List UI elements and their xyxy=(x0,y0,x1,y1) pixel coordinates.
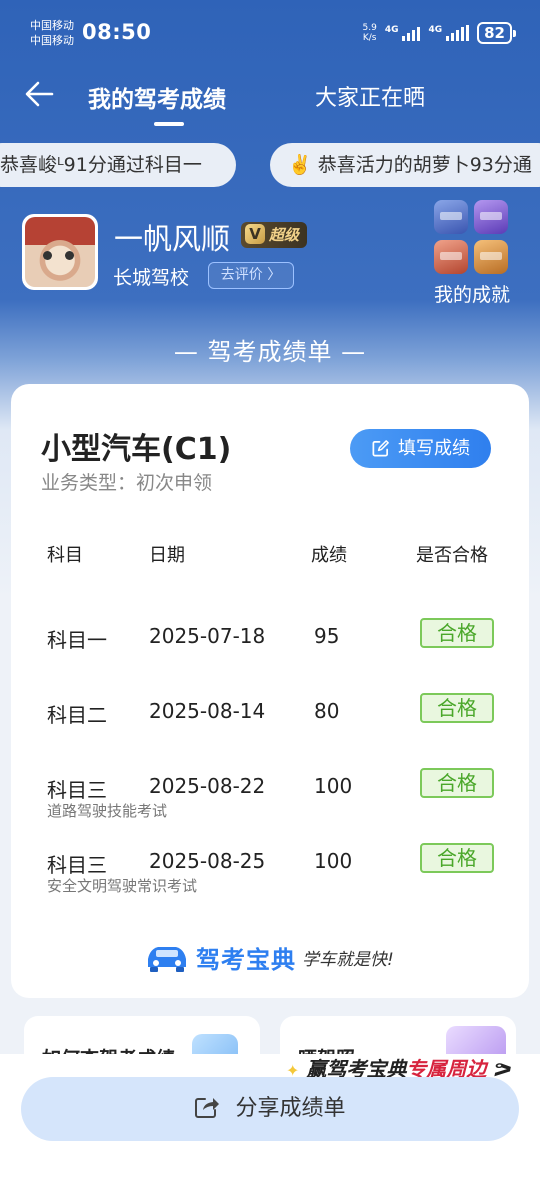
marquee-item-text: 恭喜峻ᴸ91分通过科目一 xyxy=(0,154,202,176)
pass-badge: 合格 xyxy=(420,693,494,723)
fill-score-button[interactable]: 填写成绩 xyxy=(350,429,491,468)
edit-icon xyxy=(372,440,389,457)
network-speed-value: 5.9 xyxy=(362,23,377,33)
row-score: 100 xyxy=(314,849,353,873)
network-speed: 5.9 K/s xyxy=(362,23,376,43)
row-note: 安全文明驾驶常识考试 xyxy=(47,877,198,895)
badge-icon xyxy=(474,240,508,274)
tab-everyone-sharing[interactable]: 大家正在晒 xyxy=(315,80,425,112)
table-row: 科目三 2025-08-25 100 合格 安全文明驾驶常识考试 xyxy=(11,843,529,909)
battery-icon: 82 xyxy=(477,22,516,44)
table-row: 科目三 2025-08-22 100 合格 道路驾驶技能考试 xyxy=(11,768,529,834)
my-achievements-link[interactable]: 我的成就 xyxy=(434,280,510,307)
marquee-item[interactable]: ✌️ 恭喜活力的胡萝卜93分通 xyxy=(270,143,540,187)
fill-score-label: 填写成绩 xyxy=(398,438,470,459)
badge-icon xyxy=(474,200,508,234)
section-title: — 驾考成绩单 — xyxy=(173,338,367,366)
carrier-1: 中国移动 xyxy=(30,19,74,32)
top-nav: 我的驾考成绩 大家正在晒 xyxy=(0,66,540,130)
table-row: 科目一 2025-07-18 95 合格 xyxy=(11,618,529,684)
achievement-badges[interactable] xyxy=(434,200,510,274)
row-date: 2025-08-22 xyxy=(149,774,266,798)
row-subject: 科目二 xyxy=(47,703,107,727)
brand-logo: 驾考宝典 学车就是快! xyxy=(144,939,394,975)
status-bar: 中国移动 中国移动 08:50 5.9 K/s 4G 4G 82 xyxy=(0,0,540,66)
share-scores-button[interactable]: 分享成绩单 xyxy=(21,1077,519,1141)
congrats-marquee: 恭喜峻ᴸ91分通过科目一 ✌️ 恭喜活力的胡萝卜93分通 xyxy=(0,143,540,189)
signal-2-label: 4G xyxy=(428,25,443,35)
row-score: 100 xyxy=(314,774,353,798)
row-score: 80 xyxy=(314,699,340,723)
badge-icon xyxy=(434,200,468,234)
pass-badge: 合格 xyxy=(420,768,494,798)
row-subject: 科目三 xyxy=(47,853,107,877)
pass-badge: 合格 xyxy=(420,618,494,648)
pass-badge: 合格 xyxy=(420,843,494,873)
back-button[interactable] xyxy=(22,76,58,112)
brand-slogan: 学车就是快! xyxy=(302,949,394,970)
cat-avatar-image xyxy=(25,217,95,287)
avatar[interactable] xyxy=(22,214,98,290)
signal-icon: 4G xyxy=(385,25,421,41)
arrow-left-icon xyxy=(25,81,54,107)
header-pass: 是否合格 xyxy=(416,545,488,566)
row-date: 2025-08-14 xyxy=(149,699,266,723)
rate-school-button[interactable]: 去评价 〉 xyxy=(208,262,294,289)
row-score: 95 xyxy=(314,624,340,648)
vip-badge[interactable]: 超级 xyxy=(241,222,308,248)
brand-name: 驾考宝典 xyxy=(196,945,296,974)
row-note: 道路驾驶技能考试 xyxy=(47,802,168,820)
score-card: 小型汽车(C1) 业务类型：初次申领 填写成绩 科目 日期 成绩 是否合格 科目… xyxy=(11,384,529,998)
signal-icon: 4G xyxy=(428,25,470,41)
car-type: 小型汽车(C1) xyxy=(41,432,232,467)
badge-icon xyxy=(434,240,468,274)
marquee-item[interactable]: 恭喜峻ᴸ91分通过科目一 xyxy=(0,143,236,187)
row-date: 2025-08-25 xyxy=(149,849,266,873)
carrier-info: 中国移动 中国移动 xyxy=(30,18,74,48)
car-logo-icon xyxy=(148,947,186,972)
header-subject: 科目 xyxy=(47,545,83,566)
signal-1-label: 4G xyxy=(384,25,399,35)
username: 一帆风顺 xyxy=(114,222,231,256)
header-date: 日期 xyxy=(149,545,185,566)
carrier-2: 中国移动 xyxy=(30,34,74,47)
share-label: 分享成绩单 xyxy=(235,1096,346,1121)
share-icon xyxy=(195,1098,220,1118)
network-speed-unit: K/s xyxy=(362,33,377,43)
row-subject: 科目三 xyxy=(47,778,107,802)
tab-my-scores[interactable]: 我的驾考成绩 xyxy=(88,80,226,114)
header-score: 成绩 xyxy=(311,545,347,566)
clock: 08:50 xyxy=(82,20,152,44)
business-type: 业务类型：初次申领 xyxy=(41,472,213,494)
victory-hand-icon: ✌️ xyxy=(288,154,312,176)
row-subject: 科目一 xyxy=(47,628,107,652)
driving-school-name: 长城驾校 xyxy=(113,267,190,289)
table-row: 科目二 2025-08-14 80 合格 xyxy=(11,693,529,759)
status-icons: 5.9 K/s 4G 4G 82 xyxy=(362,22,516,44)
marquee-item-text: 恭喜活力的胡萝卜93分通 xyxy=(317,154,532,176)
active-tab-indicator xyxy=(154,122,184,126)
row-date: 2025-07-18 xyxy=(149,624,266,648)
